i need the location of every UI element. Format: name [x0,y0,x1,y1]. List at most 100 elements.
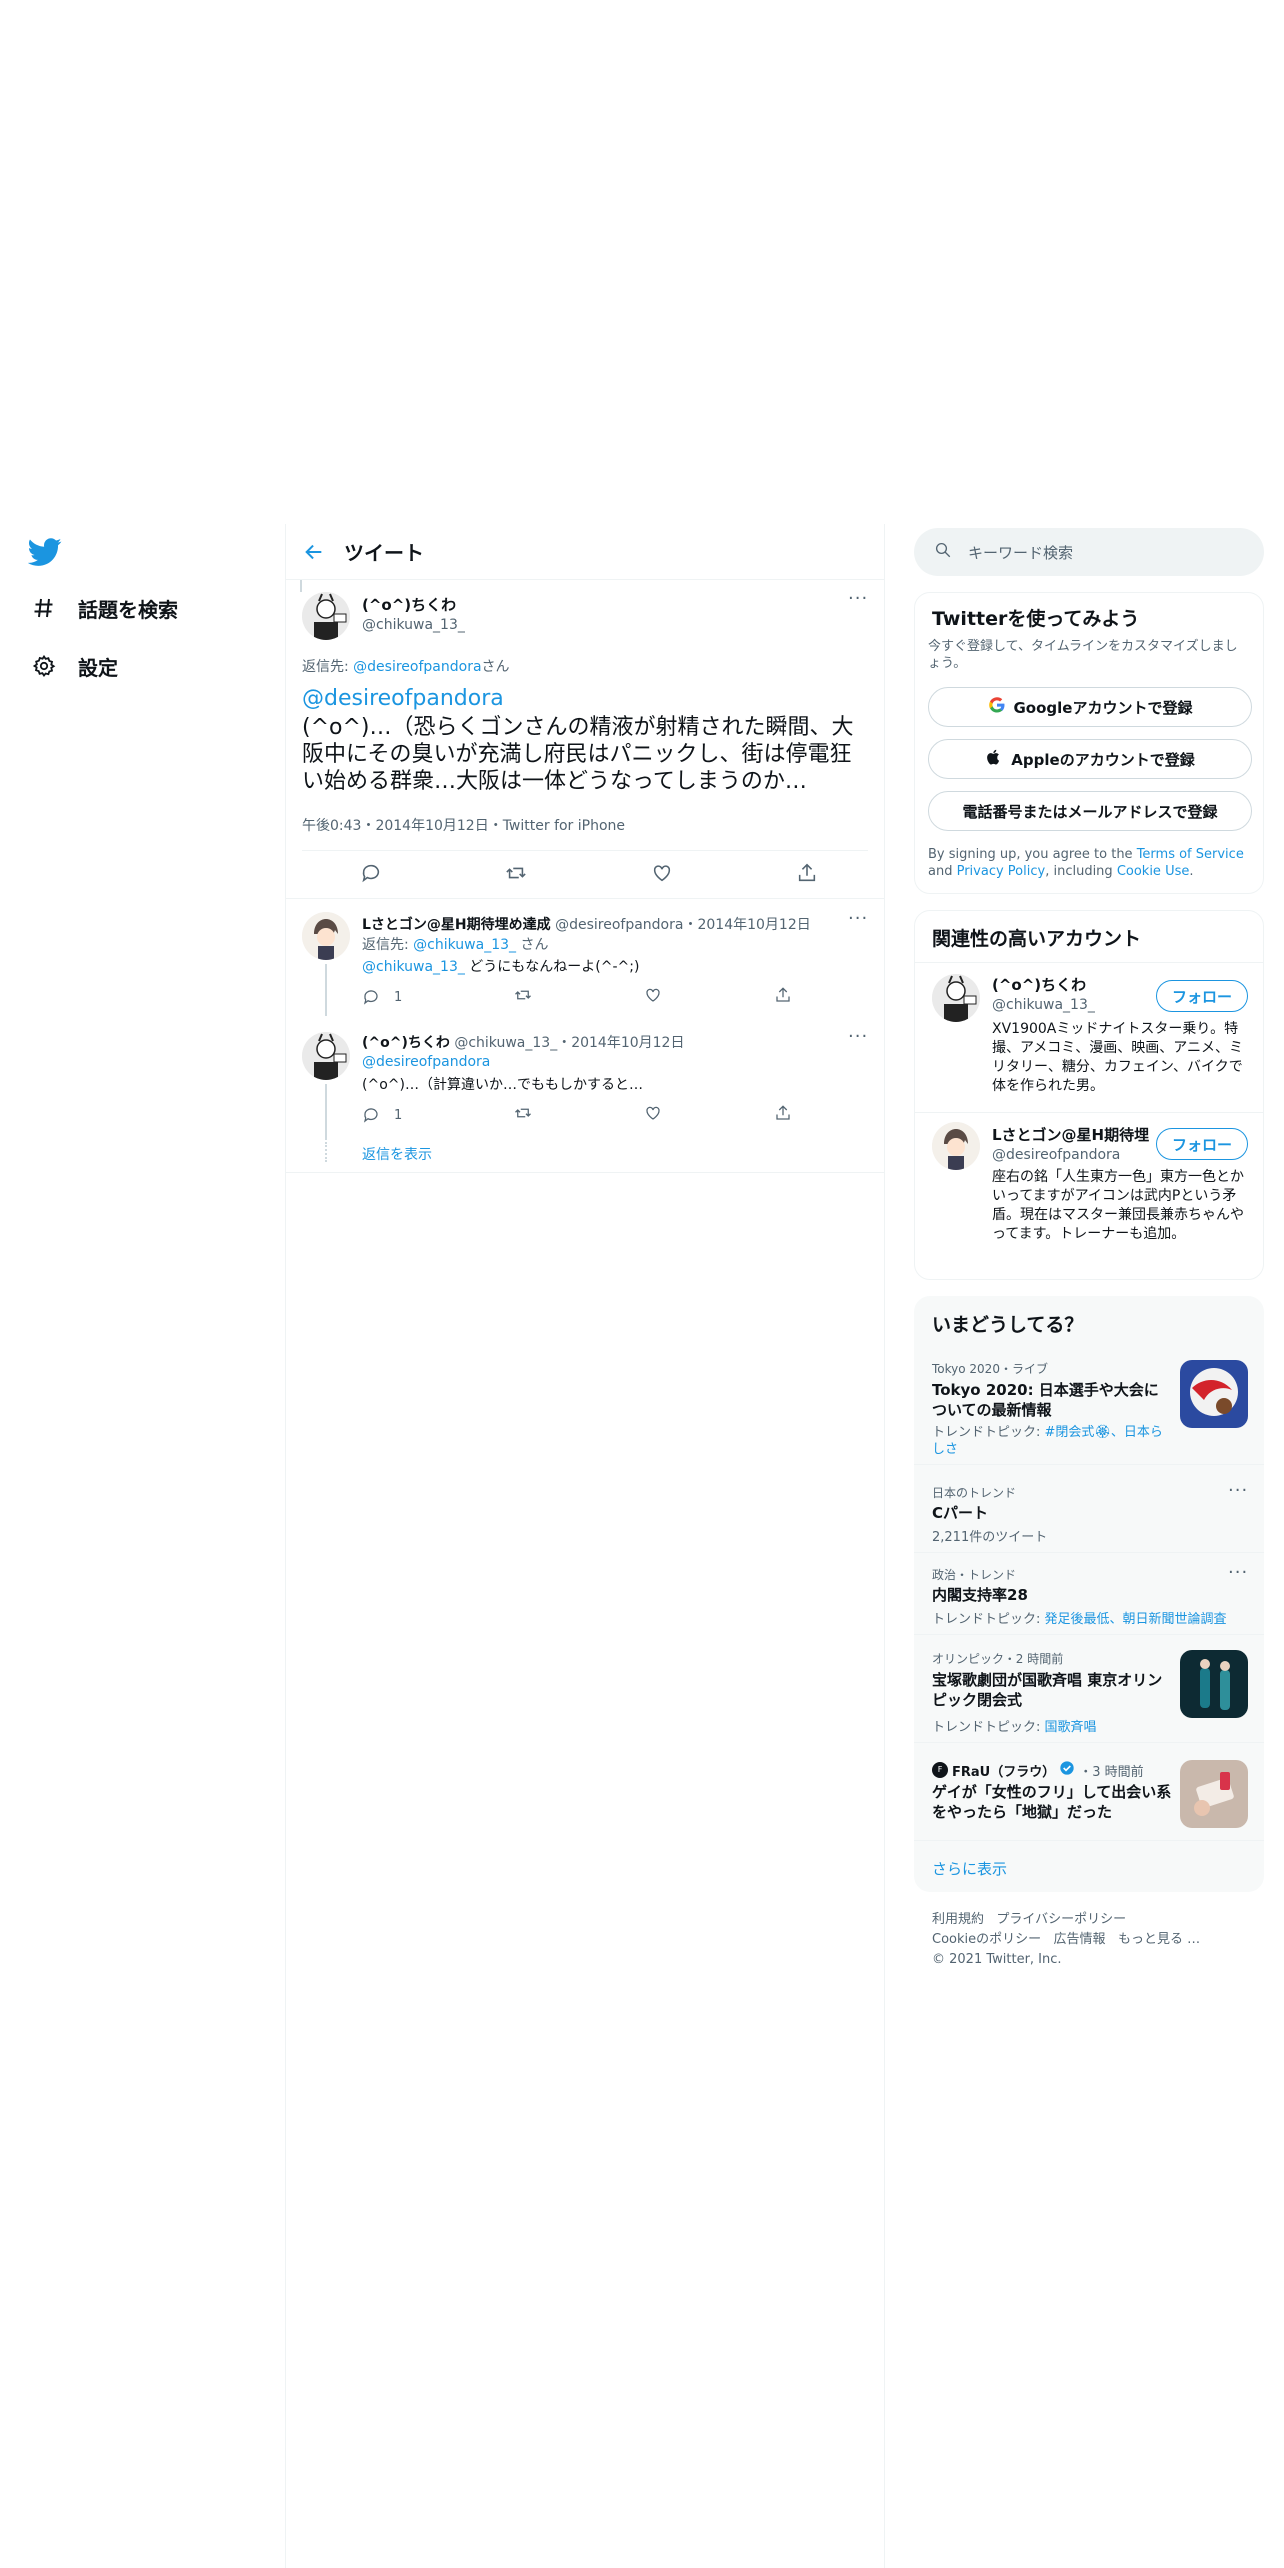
divider [286,1172,884,1173]
divider [914,1840,1264,1841]
more-icon[interactable]: ··· [848,908,868,929]
avatar[interactable] [932,974,980,1022]
terms-link[interactable]: Terms of Service [1137,847,1244,862]
trend-thumbnail[interactable] [1180,1650,1248,1718]
mention-link[interactable]: @desireofpandora [302,686,504,711]
share-icon[interactable] [774,986,792,1008]
apple-icon [985,748,1003,770]
tweet-author[interactable]: (^o^)ちくわ @chikuwa_13_ [362,594,465,633]
cookie-link[interactable]: Cookie Use [1117,864,1190,879]
show-more-link[interactable]: さらに表示 [932,1858,1007,1879]
avatar[interactable] [302,1032,350,1080]
reply-text: @chikuwa_13_ どうにもなんねーよ(^-^;) [362,959,640,975]
footer-link-ads[interactable]: 広告情報 [1054,1932,1106,1947]
thread-line [300,580,302,592]
like-icon[interactable] [644,986,662,1008]
retweet-icon[interactable] [514,1104,532,1126]
thread-line [325,964,327,1016]
trend-context: Tokyo 2020・ライブ [932,1362,1048,1376]
trend-name[interactable]: 宝塚歌劇団が国歌斉唱 東京オリンピック閉会式 [932,1670,1172,1710]
trend-context: 政治・トレンド [932,1568,1017,1582]
handle[interactable]: @chikuwa_13_ [454,1035,557,1051]
reply-button[interactable]: 1 [362,988,402,1006]
trend-source: F FRaU（フラウ） ・3 時間前 [932,1760,1144,1780]
handle[interactable]: @desireofpandora [555,917,683,933]
search-input[interactable]: キーワード検索 [914,528,1264,576]
divider [914,1464,1264,1465]
nav-settings[interactable]: 設定 [30,646,118,686]
footer-link-cookie[interactable]: Cookieのポリシー [932,1932,1041,1947]
back-arrow-icon[interactable] [286,541,342,563]
avatar[interactable] [302,912,350,960]
footer-link-terms[interactable]: 利用規約 [932,1912,984,1927]
like-icon[interactable] [651,862,673,888]
thread-dots [325,1142,327,1162]
signup-title: Twitterを使ってみよう [932,608,1140,630]
avatar[interactable] [302,592,350,640]
twitter-logo-icon[interactable] [27,535,62,569]
follow-button[interactable]: フォロー [1156,980,1248,1012]
trend-name[interactable]: Tokyo 2020: 日本選手や大会についての最新情報 [932,1380,1172,1420]
reply-icon[interactable] [360,862,382,888]
account-bio: 座右の銘「人生東方一色」東方一色とかいってますがアイコンは武内Pという矛盾。現在… [992,1169,1244,1242]
mention-link[interactable]: @desireofpandora [362,1054,490,1070]
display-name[interactable]: Lさとゴン@星H期待埋め達成 [362,917,551,933]
page-header: ツイート [286,524,884,580]
trend-thumbnail[interactable] [1180,1360,1248,1428]
signup-legal: By signing up, you agree to the Terms of… [928,847,1244,879]
retweet-icon[interactable] [514,986,532,1008]
footer-link-more[interactable]: もっと見る … [1118,1932,1200,1947]
nav-explore[interactable]: 話題を検索 [30,588,178,628]
tweet-date[interactable]: ・2014年10月12日 [683,917,810,933]
retweet-icon[interactable] [505,862,527,888]
trend-name[interactable]: Cパート [932,1502,988,1523]
trend-name[interactable]: 内閣支持率28 [932,1584,1028,1605]
more-icon[interactable]: ··· [848,588,868,609]
search-placeholder: キーワード検索 [968,543,1074,562]
account-bio: XV1900Aミッドナイトスター乗り。特撮、アメコミ、漫画、映画、アニメ、ミリタ… [992,1021,1244,1094]
display-name[interactable]: (^o^)ちくわ [362,1035,450,1051]
privacy-link[interactable]: Privacy Policy [957,864,1046,879]
verified-badge-icon [1059,1760,1075,1780]
trend-thumbnail[interactable] [1180,1760,1248,1828]
signup-subtitle: 今すぐ登録して、タイムラインをカスタマイズしましょう。 [928,639,1238,671]
trend-topic-link[interactable]: 発足後最低、朝日新聞世論調査 [1045,1612,1227,1627]
display-name: Lさとゴン@星H期待埋 [992,1126,1150,1144]
trend-sub: 2,211件のツイート [932,1530,1048,1545]
divider [914,1742,1264,1743]
apple-signup-button[interactable]: Appleのアカウントで登録 [928,739,1252,779]
more-icon[interactable]: ··· [1228,1562,1248,1583]
more-icon[interactable]: ··· [848,1026,868,1047]
handle: @chikuwa_13_ [362,617,465,633]
tweet-date[interactable]: ・2014年10月12日 [557,1035,684,1051]
reply-to-link[interactable]: @chikuwa_13_ [413,937,516,953]
reply-actions: 1 [362,986,792,1008]
like-icon[interactable] [644,1104,662,1126]
divider [302,850,868,851]
divider [286,898,884,899]
trend-name[interactable]: ゲイが「女性のフリ」して出会い系をやったら「地獄」だった [932,1782,1172,1822]
reply-button[interactable]: 1 [362,1106,402,1124]
handle: @desireofpandora [992,1147,1121,1163]
trend-sub: トレンドトピック: #閉会式🏵、日本らしさ [932,1425,1163,1457]
show-replies-link[interactable]: 返信を表示 [362,1144,432,1164]
divider [914,962,1264,963]
reply-context: 返信先: @desireofpandoraさん [302,659,510,675]
google-signup-button[interactable]: Googleアカウントで登録 [928,687,1252,727]
reply-actions: 1 [362,1104,792,1126]
page-title: ツイート [344,541,424,565]
share-icon[interactable] [796,862,818,888]
share-icon[interactable] [774,1104,792,1126]
handle: @chikuwa_13_ [992,997,1095,1013]
follow-button[interactable]: フォロー [1156,1128,1248,1160]
avatar[interactable] [932,1122,980,1170]
reply-to-link[interactable]: @desireofpandora [353,659,481,675]
trend-topic-link[interactable]: 国歌斉唱 [1045,1720,1097,1735]
mention-link[interactable]: @chikuwa_13_ [362,959,465,975]
more-icon[interactable]: ··· [1228,1480,1248,1501]
phone-email-signup-button[interactable]: 電話番号またはメールアドレスで登録 [928,791,1252,831]
related-account-2[interactable]: Lさとゴン@星H期待埋 @desireofpandora [992,1124,1149,1163]
related-account-1[interactable]: (^o^)ちくわ @chikuwa_13_ [992,974,1095,1013]
footer-link-privacy[interactable]: プライバシーポリシー [996,1912,1126,1927]
divider [914,1634,1264,1635]
